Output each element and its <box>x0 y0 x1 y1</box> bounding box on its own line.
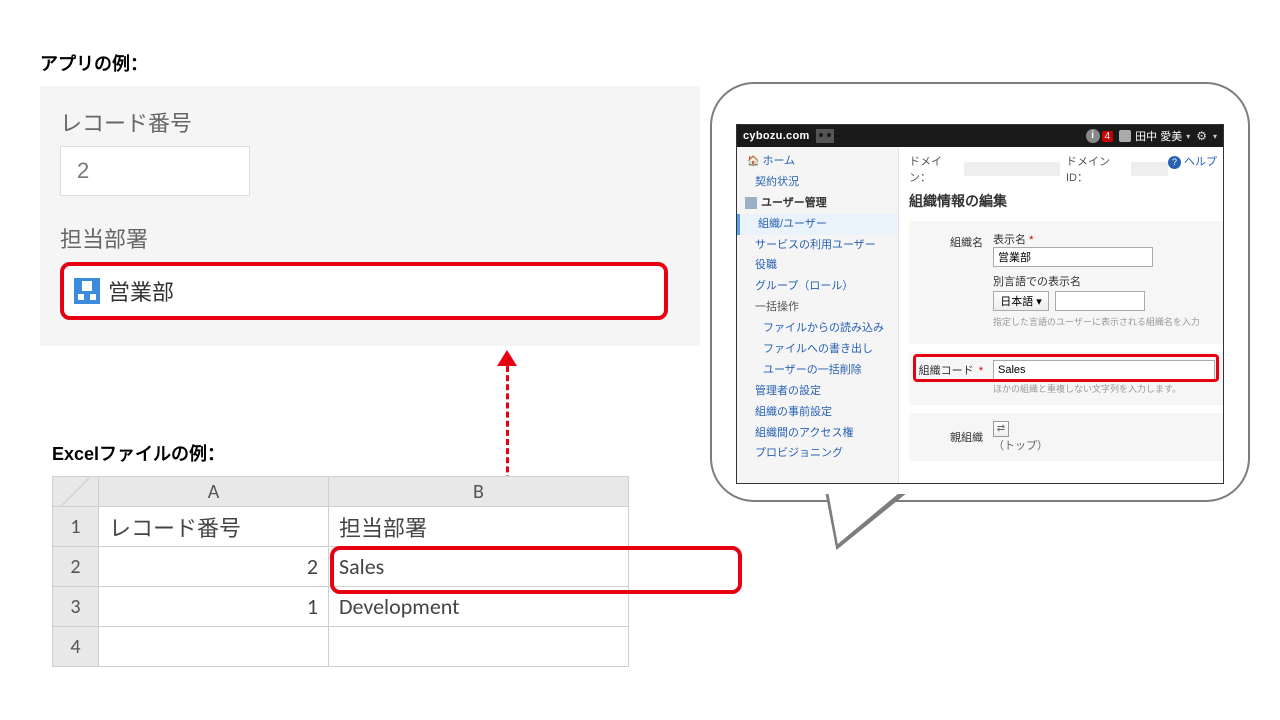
arrow-head-icon <box>497 350 517 366</box>
table-row: 3 1 Development <box>53 587 629 627</box>
department-value: 営業部 <box>108 275 174 307</box>
table-row: 4 <box>53 627 629 667</box>
department-highlight-box: 営業部 <box>60 262 668 320</box>
chevron-down-icon: ▾ <box>1186 132 1190 141</box>
sidebar-item-service-users[interactable]: サービスの利用ユーザー <box>737 235 898 256</box>
org-name-block: 組織名 表示名 * 別言語での表示名 日本語 ▾ 指定した言語のユーザーに表示さ… <box>909 221 1223 344</box>
display-name-label: 表示名 <box>993 234 1026 246</box>
sidebar-item-bulk-export[interactable]: ファイルへの書き出し <box>737 339 898 360</box>
callout-bubble: cybozu.com i 4 田中 愛美 ▾ ⚙ ▾ ホーム 契約状況 <box>710 82 1250 552</box>
section-title-excel: Excelファイルの例： <box>52 440 742 466</box>
admin-panel: cybozu.com i 4 田中 愛美 ▾ ⚙ ▾ ホーム 契約状況 <box>736 124 1224 484</box>
logo-icon <box>816 129 834 143</box>
chevron-down-icon: ▾ <box>1213 132 1217 141</box>
user-name: 田中 愛美 <box>1135 128 1182 144</box>
table-row: 1 レコード番号 担当部署 <box>53 507 629 547</box>
info-icon: i <box>1086 129 1100 143</box>
admin-sidebar: ホーム 契約状況 ユーザー管理 組織/ユーザー サービスの利用ユーザー 役職 グ… <box>737 147 899 483</box>
org-code-label: 組織コード <box>919 365 974 377</box>
table-row: 2 2 Sales <box>53 547 629 587</box>
domain-id-value-mask <box>1131 162 1168 176</box>
sidebar-item-bulk-import[interactable]: ファイルからの読み込み <box>737 318 898 339</box>
excel-cell[interactable]: Sales <box>329 547 629 587</box>
excel-row-hdr[interactable]: 3 <box>53 587 99 627</box>
language-select[interactable]: 日本語 ▾ <box>993 291 1049 311</box>
sidebar-item-org-presets[interactable]: 組織の事前設定 <box>737 402 898 423</box>
excel-cell[interactable]: Development <box>329 587 629 627</box>
app-panel: レコード番号 2 担当部署 営業部 <box>40 86 700 346</box>
alt-name-input[interactable] <box>1055 291 1145 311</box>
notification-badge: 4 <box>1102 131 1114 142</box>
alt-lang-label: 別言語での表示名 <box>993 273 1200 289</box>
record-number-label: レコード番号 <box>60 106 680 138</box>
org-name-label: 組織名 <box>917 231 983 250</box>
notification-button[interactable]: i 4 <box>1086 129 1114 143</box>
excel-row-hdr[interactable]: 2 <box>53 547 99 587</box>
parent-org-block: 親組織 ⇄ （トップ） <box>909 413 1223 461</box>
department-label: 担当部署 <box>60 222 680 254</box>
section-title-app: アプリの例： <box>40 50 700 76</box>
domain-id-label: ドメインID： <box>1066 153 1125 185</box>
sidebar-heading-users: ユーザー管理 <box>737 193 898 214</box>
excel-cell[interactable] <box>99 627 329 667</box>
parent-org-value: （トップ） <box>993 440 1048 452</box>
org-code-input[interactable] <box>993 360 1215 380</box>
sidebar-item-admin-settings[interactable]: 管理者の設定 <box>737 381 898 402</box>
excel-row-hdr[interactable]: 4 <box>53 627 99 667</box>
excel-cell[interactable]: 1 <box>99 587 329 627</box>
org-icon <box>74 278 100 304</box>
user-menu[interactable]: 田中 愛美 ▾ <box>1119 128 1190 144</box>
excel-col-a[interactable]: A <box>99 477 329 507</box>
record-number-value: 2 <box>60 146 250 196</box>
excel-cell[interactable]: 担当部署 <box>329 507 629 547</box>
sidebar-item-contract[interactable]: 契約状況 <box>737 172 898 193</box>
gear-icon[interactable]: ⚙ <box>1196 129 1207 143</box>
org-code-block: 組織コード * ほかの組織と重複しない文字列を入力します。 <box>909 352 1223 405</box>
parent-org-label: 親組織 <box>917 429 983 445</box>
admin-topbar: cybozu.com i 4 田中 愛美 ▾ ⚙ ▾ <box>737 125 1223 147</box>
excel-cell[interactable]: レコード番号 <box>99 507 329 547</box>
person-icon <box>745 197 757 209</box>
alt-lang-hint: 指定した言語のユーザーに表示される組織名を入力 <box>993 315 1200 328</box>
sidebar-item-home[interactable]: ホーム <box>737 151 898 172</box>
sidebar-item-org-user[interactable]: 組織/ユーザー <box>737 214 898 235</box>
excel-row-hdr[interactable]: 1 <box>53 507 99 547</box>
sidebar-item-org-access[interactable]: 組織間のアクセス権 <box>737 423 898 444</box>
sidebar-item-provisioning[interactable]: プロビジョニング <box>737 443 898 464</box>
page-title: 組織情報の編集 <box>909 191 1223 211</box>
brand-label: cybozu.com <box>743 130 810 142</box>
sidebar-item-bulk: 一括操作 <box>737 297 898 318</box>
excel-grid: A B 1 レコード番号 担当部署 2 2 Sales 3 1 Developm… <box>52 476 629 667</box>
excel-corner[interactable] <box>53 477 99 507</box>
org-code-hint: ほかの組織と重複しない文字列を入力します。 <box>993 382 1215 395</box>
domain-value-mask <box>964 162 1060 176</box>
help-link[interactable]: ヘルプ <box>1168 153 1217 169</box>
excel-cell[interactable]: 2 <box>99 547 329 587</box>
parent-select-icon[interactable]: ⇄ <box>993 421 1009 437</box>
sidebar-item-roles[interactable]: 役職 <box>737 255 898 276</box>
domain-label: ドメイン： <box>909 153 958 185</box>
excel-col-b[interactable]: B <box>329 477 629 507</box>
display-name-input[interactable] <box>993 247 1153 267</box>
admin-main: ヘルプ ドメイン： ドメインID： 組織情報の編集 組織名 表示名 * <box>899 147 1223 483</box>
avatar <box>1119 130 1131 142</box>
sidebar-item-bulk-delete[interactable]: ユーザーの一括削除 <box>737 360 898 381</box>
excel-cell[interactable] <box>329 627 629 667</box>
sidebar-item-groups[interactable]: グループ（ロール） <box>737 276 898 297</box>
